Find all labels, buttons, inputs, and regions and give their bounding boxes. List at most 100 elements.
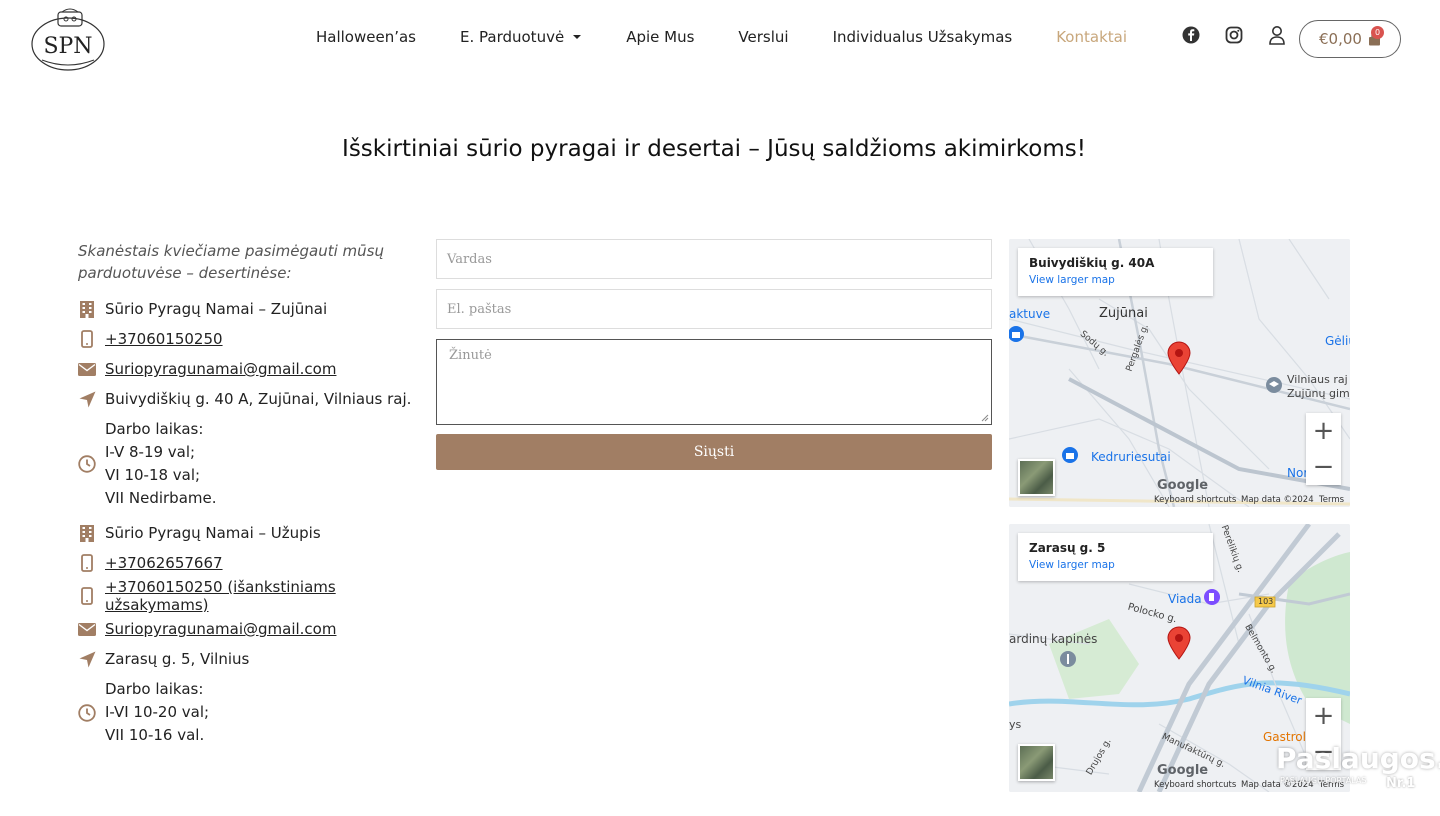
location-pin-icon[interactable]	[1167, 341, 1191, 375]
shop1-hours: Darbo laikas: I-V 8-19 val; VI 10-18 val…	[78, 414, 423, 518]
map-zujunai[interactable]: Zujūnai aktuve Gėliu Vilniaus raj Zujūnų…	[1009, 239, 1350, 507]
shop2-name-row: Sūrio Pyragų Namai – Užupis	[78, 518, 423, 548]
shopping-pin-icon	[1009, 326, 1024, 342]
zoom-out-button[interactable]: −	[1306, 449, 1341, 485]
nav-item-halloween[interactable]: Halloween’as	[316, 28, 416, 46]
google-logo: Google	[1157, 763, 1209, 778]
envelope-icon	[78, 620, 96, 638]
shop1-hours-line: I-V 8-19 val;	[105, 443, 196, 461]
header-icons	[1180, 24, 1309, 46]
view-larger-map-link[interactable]: View larger map	[1029, 274, 1202, 286]
phone-icon	[78, 330, 96, 348]
shop2-email-link[interactable]: Suriopyragunamai@gmail.com	[105, 620, 336, 638]
shop1-email-link[interactable]: Suriopyragunamai@gmail.com	[105, 360, 336, 378]
zoom-in-button[interactable]: +	[1306, 698, 1341, 734]
shop1-hours-title: Darbo laikas:	[105, 420, 204, 438]
clock-icon	[78, 703, 96, 722]
nav-item-contacts[interactable]: Kontaktai	[1056, 28, 1127, 46]
message-textarea[interactable]: Žinutė	[436, 339, 992, 425]
shop1-phone-link[interactable]: +37060150250	[105, 330, 223, 348]
resize-handle-icon[interactable]	[981, 414, 989, 422]
shop1-hours-line: VII Nedirbame.	[105, 489, 217, 507]
logo[interactable]: SPN	[28, 6, 108, 72]
nav-item-custom-order[interactable]: Individualus Užsakymas	[833, 28, 1013, 46]
watermark-subtitle: PASLAUGŲ PORTALAS	[1280, 776, 1367, 785]
nav-label: Verslui	[738, 28, 789, 46]
facebook-icon[interactable]	[1180, 24, 1202, 46]
shop1-name: Sūrio Pyragų Namai – Zujūnai	[105, 300, 328, 318]
map-label-school: Zujūnų gim	[1287, 387, 1350, 400]
shop2-hours-line: VII 10-16 val.	[105, 726, 205, 744]
name-input[interactable]: Vardas	[436, 239, 992, 279]
user-icon[interactable]	[1266, 24, 1288, 46]
shop2-address-row: Zarasų g. 5, Vilnius	[78, 644, 423, 674]
phone-icon	[78, 554, 96, 572]
nav-label: Individualus Užsakymas	[832, 28, 1013, 46]
map-data-text: Map data ©2024	[1241, 495, 1314, 505]
shop1-address: Buivydiškių g. 40 A, Zujūnai, Vilniaus r…	[105, 390, 412, 408]
shop2-email-row: Suriopyragunamai@gmail.com	[78, 614, 423, 644]
view-larger-map-link[interactable]: View larger map	[1029, 559, 1202, 571]
cart-button[interactable]: €0,00	[1299, 20, 1401, 58]
nav-item-business[interactable]: Verslui	[738, 28, 788, 46]
keyboard-shortcuts-link[interactable]: Keyboard shortcuts	[1154, 495, 1236, 505]
nav-label: Halloween’as	[316, 28, 416, 46]
nav-label: Kontaktai	[1056, 28, 1127, 46]
message-placeholder: Žinutė	[449, 348, 492, 363]
map-label-cemetery: ardinų kapinės	[1009, 632, 1098, 646]
phone-icon	[78, 587, 96, 605]
zoom-control: + −	[1306, 413, 1341, 485]
map-label-gel: Gėliu	[1325, 334, 1350, 348]
map-label-road: 103	[1258, 597, 1274, 606]
caret-down-icon	[573, 35, 582, 39]
shop2-address: Zarasų g. 5, Vilnius	[105, 650, 250, 668]
map-address-title: Buivydiškių g. 40A	[1029, 256, 1155, 270]
nav-item-shop[interactable]: E. Parduotuvė	[460, 28, 582, 46]
watermark-number: Nr.1	[1386, 776, 1416, 791]
envelope-icon	[78, 360, 96, 378]
shop1-email-row: Suriopyragunamai@gmail.com	[78, 354, 423, 384]
instagram-icon[interactable]	[1223, 24, 1245, 46]
shop2-hours-line: I-VI 10-20 val;	[105, 703, 210, 721]
map-label-viada: Viada	[1168, 592, 1202, 606]
location-arrow-icon	[78, 650, 96, 668]
nav-item-about[interactable]: Apie Mus	[626, 28, 694, 46]
shop2-hours-title: Darbo laikas:	[105, 680, 204, 698]
shop2-phone2-row: +37060150250 (išankstiniams užsakymams)	[78, 578, 423, 614]
map-label-store: aktuve	[1009, 307, 1051, 321]
contact-form: Vardas El. paštas Žinutė Siųsti	[436, 239, 992, 470]
submit-button[interactable]: Siųsti	[436, 434, 992, 470]
shop2-phone2-link[interactable]: +37060150250 (išankstiniams užsakymams)	[105, 578, 423, 614]
email-input[interactable]: El. paštas	[436, 289, 992, 329]
keyboard-shortcuts-link[interactable]: Keyboard shortcuts	[1154, 780, 1236, 790]
shop2-phone-row: +37062657667	[78, 548, 423, 578]
location-pin-icon[interactable]	[1167, 626, 1191, 660]
location-arrow-icon	[78, 390, 96, 408]
terms-link[interactable]: Terms	[1319, 495, 1344, 505]
name-placeholder: Vardas	[447, 252, 492, 267]
satellite-toggle[interactable]	[1018, 744, 1055, 781]
cart-amount: €0,00	[1319, 30, 1362, 48]
shopping-pin-icon	[1062, 447, 1078, 463]
shop1-hours-line: VI 10-18 val;	[105, 466, 201, 484]
map-info-card: Zarasų g. 5 View larger map	[1018, 533, 1213, 581]
gas-station-pin-icon	[1204, 589, 1220, 605]
nav-label: Apie Mus	[626, 28, 695, 46]
cemetery-pin-icon	[1060, 651, 1076, 667]
zoom-in-button[interactable]: +	[1306, 413, 1341, 449]
clock-icon	[78, 455, 96, 473]
map-footer: Google Keyboard shortcuts Map data ©2024…	[1009, 478, 1350, 507]
logo-text: SPN	[43, 34, 92, 59]
shop1-phone-row: +37060150250	[78, 324, 423, 354]
satellite-toggle[interactable]	[1018, 459, 1055, 496]
map-info-card: Buivydiškių g. 40A View larger map	[1018, 248, 1213, 296]
shop2-phone-link[interactable]: +37062657667	[105, 554, 223, 572]
contact-info: Skanėstais kviečiame pasimėgauti mūsų pa…	[78, 240, 423, 755]
shop1-name-row: Sūrio Pyragų Namai – Zujūnai	[78, 294, 423, 324]
map-address-title: Zarasų g. 5	[1029, 541, 1106, 555]
page-title: Išskirtiniai sūrio pyragai ir desertai –…	[342, 136, 1086, 162]
map-label-edge: ys	[1009, 718, 1022, 731]
building-icon	[78, 300, 96, 318]
site-header: SPN Halloween’as E. Parduotuvė Apie Mus …	[0, 0, 1440, 78]
nav-label: E. Parduotuvė	[460, 28, 565, 46]
